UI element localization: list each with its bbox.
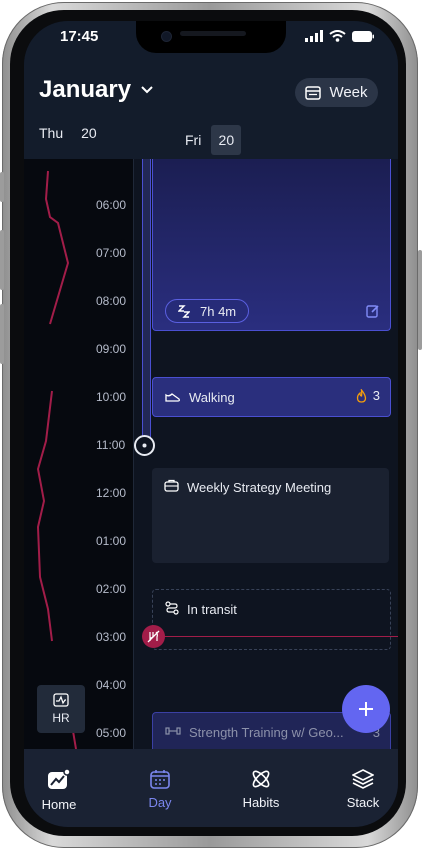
hour-label: 03:00 [96, 630, 127, 644]
tab-label: Home [41, 797, 77, 812]
notch [136, 21, 286, 53]
battery-icon [352, 30, 374, 42]
chevron-down-icon [141, 86, 153, 94]
hour-label: 05:00 [96, 726, 127, 740]
day-header-thu[interactable]: Thu 20 [39, 125, 97, 141]
hour-label: 04:00 [96, 678, 127, 692]
flame-icon [356, 388, 366, 403]
hour-label: 08:00 [96, 294, 127, 308]
streak-badge: 3 [356, 388, 380, 403]
tab-day[interactable]: Day [125, 769, 195, 810]
sleep-zzz-icon [178, 305, 190, 318]
route-icon [165, 601, 179, 615]
hour-label: 09:00 [96, 342, 127, 356]
hour-label: 11:00 [96, 438, 126, 452]
event-title: Strength Training w/ Geo... [189, 725, 344, 740]
day-name: Fri [185, 132, 202, 148]
power-button [418, 250, 422, 350]
layers-icon [352, 769, 374, 789]
signal-icon [305, 30, 323, 42]
tab-home[interactable]: Home [24, 769, 94, 812]
edit-icon[interactable] [366, 304, 380, 318]
sun-icon [142, 443, 147, 448]
heart-rate-toggle[interactable]: HR [37, 685, 85, 733]
week-view-button[interactable]: Week [295, 78, 378, 107]
hour-label: 10:00 [96, 390, 127, 404]
status-time: 17:45 [60, 28, 99, 45]
event-title: In transit [187, 602, 237, 617]
dumbbell-icon [165, 727, 181, 735]
hour-label: 01:00 [96, 534, 127, 548]
calendar-grid-icon [305, 85, 322, 100]
walking-event[interactable]: Walking 3 [152, 377, 391, 417]
hour-label: 06:00 [96, 198, 127, 212]
volume-up-button [0, 230, 4, 290]
tab-stack[interactable]: Stack [328, 769, 398, 810]
streak-count: 3 [372, 388, 380, 403]
atom-icon [252, 770, 270, 788]
transit-event[interactable]: In transit [152, 589, 391, 650]
event-title: Weekly Strategy Meeting [187, 480, 332, 495]
day-name: Thu [39, 125, 64, 141]
camera-icon [162, 32, 171, 41]
day-header-fri[interactable]: Fri 20 [185, 125, 242, 155]
month-title: January [39, 76, 132, 103]
sleep-event[interactable]: 7h 4m [152, 159, 391, 331]
sleep-duration: 7h 4m [200, 303, 237, 319]
wake-time-marker[interactable] [134, 435, 155, 456]
plus-icon [359, 702, 373, 716]
wifi-icon [329, 30, 346, 42]
tab-label: Habits [242, 795, 280, 810]
sleep-duration-pill[interactable]: 7h 4m [165, 299, 250, 323]
day-number: 20 [81, 125, 97, 141]
day-number-today: 20 [211, 125, 242, 155]
meeting-event[interactable]: Weekly Strategy Meeting [152, 468, 389, 563]
hour-label: 12:00 [96, 486, 127, 500]
hour-label: 02:00 [96, 582, 127, 596]
hour-label: 07:00 [96, 246, 127, 260]
mute-switch [0, 172, 4, 202]
week-view-label: Week [329, 84, 368, 101]
tab-label: Stack [346, 795, 380, 810]
tab-label: Day [148, 795, 172, 810]
app-screen: 17:45 January Week Thu 20 Fri 20 06:00 0… [24, 21, 398, 827]
event-title: Walking [189, 389, 235, 405]
month-selector[interactable]: January [39, 76, 153, 104]
calendar-icon [150, 770, 170, 789]
current-time-marker [142, 625, 165, 648]
tab-habits[interactable]: Habits [226, 769, 296, 810]
speaker-grille [180, 31, 246, 36]
home-chart-icon [48, 769, 71, 789]
status-icons [305, 30, 374, 42]
sleep-range-bar [142, 159, 151, 441]
no-meal-icon [147, 630, 160, 643]
add-event-button[interactable] [342, 685, 390, 733]
tab-bar: Home Day Habits Stack [24, 749, 398, 827]
heart-rate-chart-icon [53, 693, 69, 707]
shoe-icon [165, 393, 180, 402]
volume-down-button [0, 304, 4, 364]
current-time-line [152, 636, 398, 637]
hr-label: HR [52, 711, 70, 725]
briefcase-icon [164, 479, 179, 492]
